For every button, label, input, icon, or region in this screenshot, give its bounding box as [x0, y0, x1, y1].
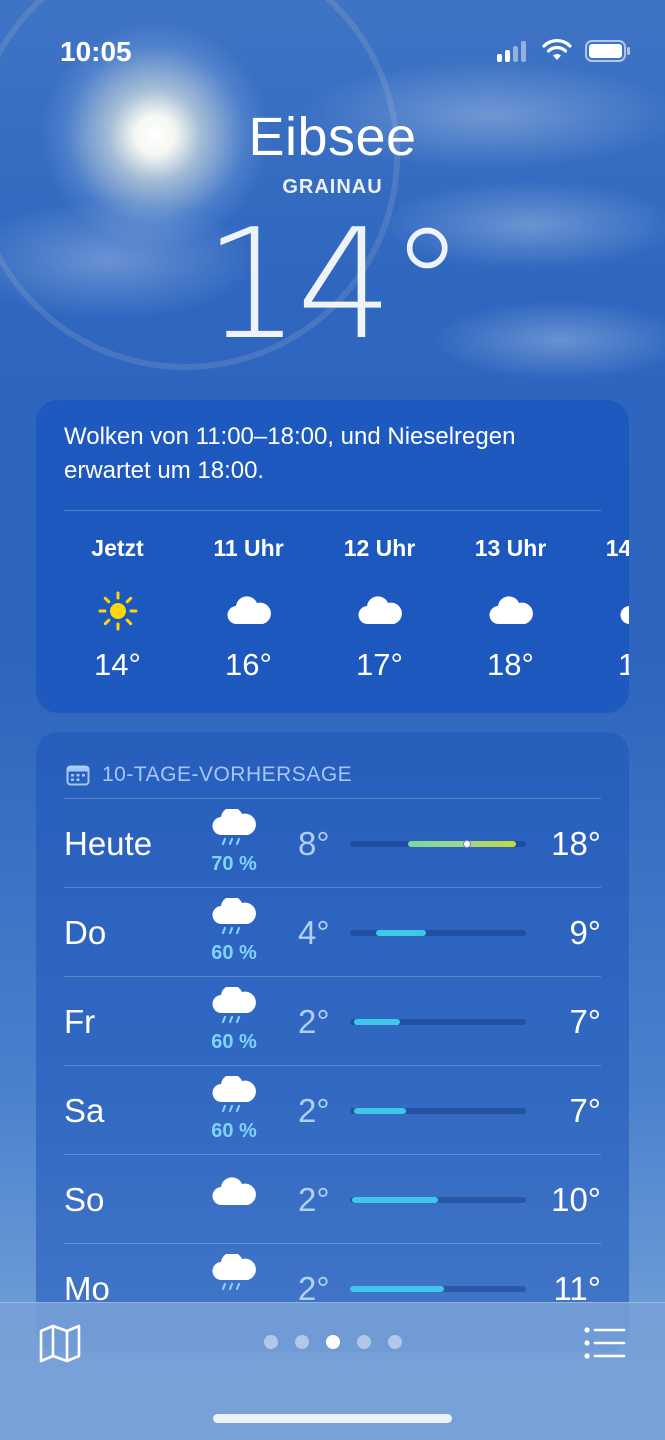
cloud-icon — [314, 585, 445, 637]
temperature-range-bar — [350, 1286, 444, 1292]
forecast-header: 10-TAGE-VORHERSAGE — [36, 732, 629, 798]
hour-item: 11 Uhr 16° — [183, 535, 314, 683]
temperature-range-bar — [354, 1108, 406, 1114]
low-temperature: 2° — [298, 1181, 330, 1218]
high-temperature: 7° — [569, 1092, 601, 1129]
sun-icon — [52, 585, 183, 637]
home-indicator[interactable] — [213, 1414, 452, 1423]
precipitation-chance: 70 % — [211, 853, 257, 875]
low-temperature: 2° — [298, 1003, 330, 1040]
precipitation-chance: 60 % — [211, 942, 257, 964]
cloud-rain-icon — [206, 807, 262, 854]
page-dot[interactable] — [294, 1335, 309, 1349]
hour-item: 14 Uhr 18° — [576, 535, 629, 683]
hour-temperature: 17° — [356, 647, 403, 682]
hour-temperature: 16° — [225, 647, 272, 682]
precipitation-chance: 60 % — [211, 1031, 257, 1053]
day-name: Heute — [64, 825, 153, 862]
forecast-title: 10-TAGE-VORHERSAGE — [102, 763, 353, 786]
temperature-range-track — [350, 1108, 526, 1114]
list-icon[interactable] — [583, 1325, 627, 1361]
calendar-icon — [66, 765, 90, 786]
location-header: Eibsee GRAINAU 14° — [0, 100, 665, 361]
temperature-range-bar — [376, 930, 426, 936]
low-temperature: 2° — [298, 1092, 330, 1129]
cloud-rain-icon — [206, 1074, 262, 1121]
precipitation-chance: 60 % — [211, 1120, 257, 1142]
page-dot[interactable] — [356, 1335, 371, 1349]
current-temperature-dot — [463, 840, 471, 848]
weather-summary: Wolken von 11:00–18:00, und Nieselregen … — [64, 423, 516, 484]
hour-temperature: 18° — [487, 647, 534, 682]
cloud-icon — [206, 1177, 262, 1212]
hour-label: Jetzt — [91, 535, 144, 561]
day-name: Fr — [64, 1003, 96, 1040]
day-name: So — [64, 1181, 105, 1218]
hour-temperature: 18° — [618, 647, 629, 682]
hourly-forecast-card[interactable]: Wolken von 11:00–18:00, und Nieselregen … — [36, 400, 629, 713]
forecast-day-row[interactable]: Heute 70 % 8° 18° — [64, 798, 601, 887]
low-temperature: 8° — [298, 825, 330, 862]
divider — [64, 510, 601, 511]
temperature-range-track — [350, 840, 526, 848]
cloud-rain-icon — [206, 896, 262, 943]
cloud-icon — [445, 585, 576, 637]
hourly-list[interactable]: Jetzt 14° 11 Uhr 16° 12 Uhr 17° 13 Uhr 1… — [36, 535, 629, 683]
hour-label: 13 Uhr — [474, 535, 547, 561]
temperature-range-track — [350, 930, 526, 936]
temperature-range-track — [350, 1197, 526, 1203]
forecast-day-row[interactable]: So 2° 10° — [64, 1154, 601, 1243]
battery-icon — [585, 40, 630, 62]
cloud-rain-icon — [206, 985, 262, 1032]
hour-label: 14 Uhr — [605, 535, 629, 561]
ten-day-forecast-card[interactable]: 10-TAGE-VORHERSAGE Heute 70 % 8° 18° Do … — [36, 732, 629, 1352]
current-temperature: 14° — [203, 196, 465, 373]
page-dot-active[interactable] — [325, 1335, 340, 1349]
forecast-day-row[interactable]: Do 60 % 4° 9° — [64, 887, 601, 976]
page-dot[interactable] — [387, 1335, 402, 1349]
wifi-icon — [542, 39, 572, 60]
status-time: 10:05 — [60, 36, 132, 67]
high-temperature: 7° — [569, 1003, 601, 1040]
hour-item: 12 Uhr 17° — [314, 535, 445, 683]
temperature-range-bar — [408, 841, 516, 847]
cloud-icon — [576, 585, 629, 637]
hour-label: 12 Uhr — [343, 535, 416, 561]
hour-label: 11 Uhr — [213, 535, 284, 561]
temperature-range-bar — [354, 1019, 400, 1025]
day-name: Do — [64, 914, 107, 951]
page-dot[interactable] — [263, 1335, 278, 1349]
low-temperature: 4° — [298, 914, 330, 951]
cellular-signal-icon — [497, 40, 526, 62]
hour-item: 13 Uhr 18° — [445, 535, 576, 683]
page-indicator[interactable] — [0, 1335, 665, 1349]
temperature-range-track — [350, 1286, 526, 1292]
temperature-range-bar — [352, 1197, 438, 1203]
cloud-icon — [183, 585, 314, 637]
high-temperature: 9° — [569, 914, 601, 951]
high-temperature: 10° — [551, 1181, 601, 1218]
day-name: Sa — [64, 1092, 105, 1129]
hour-item: Jetzt 14° — [52, 535, 183, 683]
status-bar: 10:05 — [0, 0, 665, 100]
forecast-day-row[interactable]: Sa 60 % 2° 7° — [64, 1065, 601, 1154]
high-temperature: 18° — [551, 825, 601, 862]
city-name: Eibsee — [248, 107, 417, 167]
temperature-range-track — [350, 1019, 526, 1025]
hour-temperature: 14° — [94, 647, 141, 682]
cloud-rain-icon — [206, 1252, 262, 1299]
forecast-day-row[interactable]: Fr 60 % 2° 7° — [64, 976, 601, 1065]
